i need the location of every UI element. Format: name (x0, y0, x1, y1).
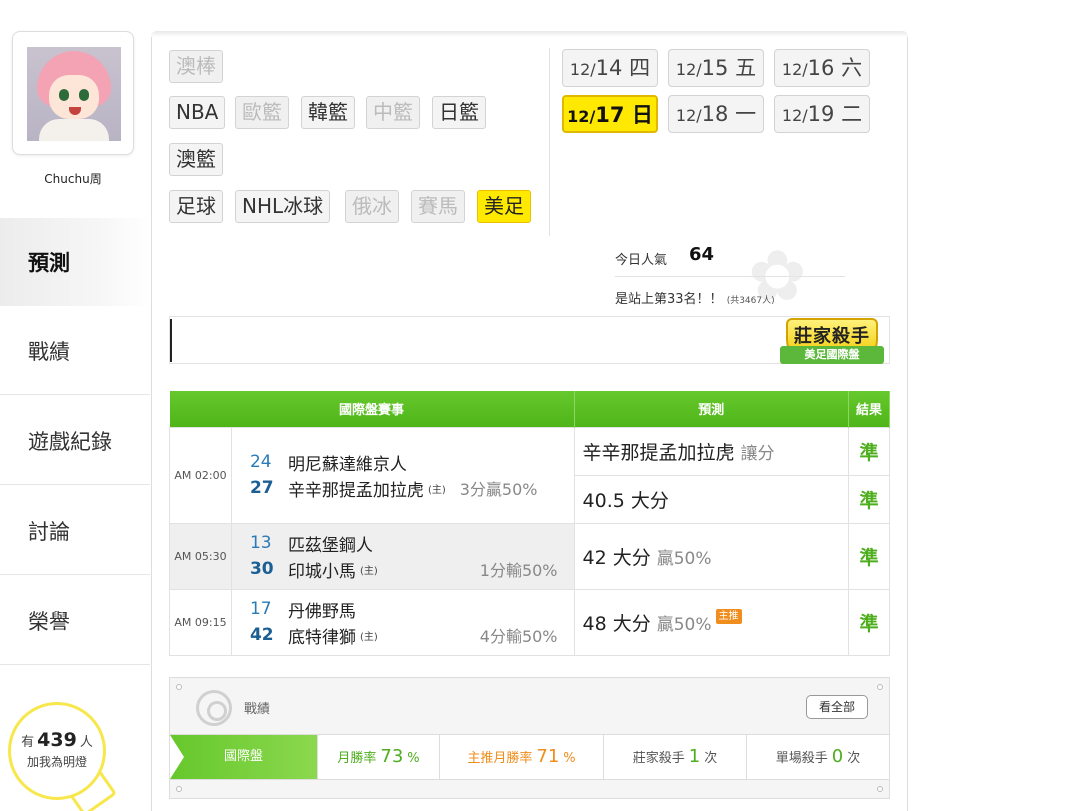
table-row: AM 09:15 17 丹佛野馬 42 底特律獅 (主) 4分輸50% 48 大分 贏50… (169, 588, 890, 656)
text-cursor (170, 319, 172, 362)
home-team: 印城小馬 (287, 561, 356, 582)
cat-nhl[interactable]: NHL冰球 (235, 190, 331, 223)
table-row: AM 05:30 13 匹茲堡鋼人 30 印城小馬 (主) 1分輸50% 42 大分 贏5… (169, 522, 890, 590)
away-team: 丹佛野馬 (287, 601, 356, 622)
cat-soccer[interactable]: 足球 (169, 190, 223, 223)
cat-russia-ice[interactable]: 俄冰 (345, 190, 399, 223)
match-cell: 13 匹茲堡鋼人 30 印城小馬 (主) 1分輸50% (230, 522, 575, 590)
cat-horse[interactable]: 賽馬 (411, 190, 465, 223)
cat-euro-bball[interactable]: 歐籃 (235, 96, 289, 129)
header-prediction: 預測 (574, 391, 850, 427)
result: 準 (848, 522, 890, 590)
cat-aus-bball[interactable]: 澳籃 (169, 143, 223, 176)
header-match: 國際盤賽事 (169, 391, 575, 427)
cat-japan-bball[interactable]: 日籃 (432, 96, 486, 129)
stats-box: 戰績 看全部 國際盤 月勝率 73% 主推月勝率 71% 莊家殺手 1 次 單場殺手 0 次 (169, 677, 890, 799)
pick: 42 大分 贏50% (573, 522, 850, 590)
nav-honor[interactable]: 榮譽 (0, 577, 150, 665)
sidebar: Chuchu周 預測 戰績 遊戲紀錄 討論 榮譽 有 439 人 加我為明燈 (0, 0, 150, 811)
cat-nba[interactable]: NBA (169, 96, 226, 129)
date-12-15[interactable]: 12/15 五 (668, 49, 764, 87)
home-team: 底特律獅 (287, 627, 356, 648)
date-12-19[interactable]: 12/19 二 (774, 95, 870, 133)
game-time: AM 09:15 (169, 588, 232, 656)
pick: 40.5 大分 (573, 474, 850, 524)
popularity-label: 今日人氣 (615, 253, 668, 268)
stats-segment-intl[interactable]: 國際盤 (170, 735, 318, 779)
stats-title: 戰績 (244, 702, 271, 717)
table-row: AM 02:00 24 明尼蘇達維京人 27 辛辛那提孟加拉虎 (主) 3分贏50% 辛… (169, 426, 890, 524)
cat-china-bball[interactable]: 中籃 (366, 96, 420, 129)
cat-korea-bball[interactable]: 韓籃 (301, 96, 355, 129)
main-pick-tag: 主推 (715, 608, 742, 624)
stats-monthly: 月勝率 73% (318, 735, 440, 779)
rank-text: 是站上第33名！！ (共3467人) (615, 292, 775, 307)
stats-single-killer: 單場殺手 0 次 (775, 746, 861, 767)
match-cell: 24 明尼蘇達維京人 27 辛辛那提孟加拉虎 (主) 3分贏50% (230, 426, 575, 524)
date-12-14[interactable]: 12/14 四 (562, 49, 658, 87)
stats-main-monthly: 主推月勝率 71% (440, 735, 604, 779)
stats-bookie-killer: 莊家殺手 1 次 (604, 735, 747, 779)
game-time: AM 02:00 (169, 426, 232, 524)
avatar-image (27, 47, 121, 141)
match-cell: 17 丹佛野馬 42 底特律獅 (主) 4分輸50% (230, 588, 575, 656)
date-12-17[interactable]: 12/17 日 (562, 95, 658, 133)
nav-record[interactable]: 戰績 (0, 307, 150, 395)
stats-row: 國際盤 月勝率 73% 主推月勝率 71% 莊家殺手 1 次 單場殺手 0 次 (170, 734, 889, 780)
cat-aus-baseball[interactable]: 澳棒 (169, 50, 223, 83)
divider (549, 48, 550, 236)
follow-label: 加我為明燈 (26, 755, 87, 769)
home-team: 辛辛那提孟加拉虎 (287, 480, 424, 501)
result: 準 (848, 426, 890, 476)
header-result: 結果 (848, 391, 890, 427)
avatar[interactable] (12, 31, 134, 155)
pick: 辛辛那提孟加拉虎 讓分 (573, 426, 850, 476)
cat-us-football[interactable]: 美足 (477, 190, 531, 223)
date-12-16[interactable]: 12/16 六 (774, 49, 870, 87)
nav-prediction[interactable]: 預測 (0, 218, 150, 306)
follow-button[interactable]: 有 439 人 加我為明燈 (8, 702, 106, 800)
target-icon (196, 690, 232, 726)
result: 準 (848, 474, 890, 524)
nav-discussion[interactable]: 討論 (0, 487, 150, 575)
popularity-value: 64 (689, 244, 715, 265)
prediction-table: 國際盤賽事 預測 結果 AM 02:00 24 明尼蘇達維京人 27 辛辛那提孟加拉… (169, 391, 890, 656)
date-12-18[interactable]: 12/18 一 (668, 95, 764, 133)
follower-count: 439 (37, 729, 77, 751)
bookie-killer-badge: 莊家殺手 美足國際盤 (778, 316, 886, 376)
game-time: AM 05:30 (169, 522, 232, 590)
username: Chuchu周 (44, 172, 102, 186)
pick: 48 大分 贏50% 主推 (573, 588, 850, 656)
away-team: 明尼蘇達維京人 (287, 454, 407, 475)
nav-game-log[interactable]: 遊戲紀錄 (0, 397, 150, 485)
view-all-button[interactable]: 看全部 (806, 695, 868, 719)
result: 準 (848, 588, 890, 656)
away-team: 匹茲堡鋼人 (287, 535, 373, 556)
